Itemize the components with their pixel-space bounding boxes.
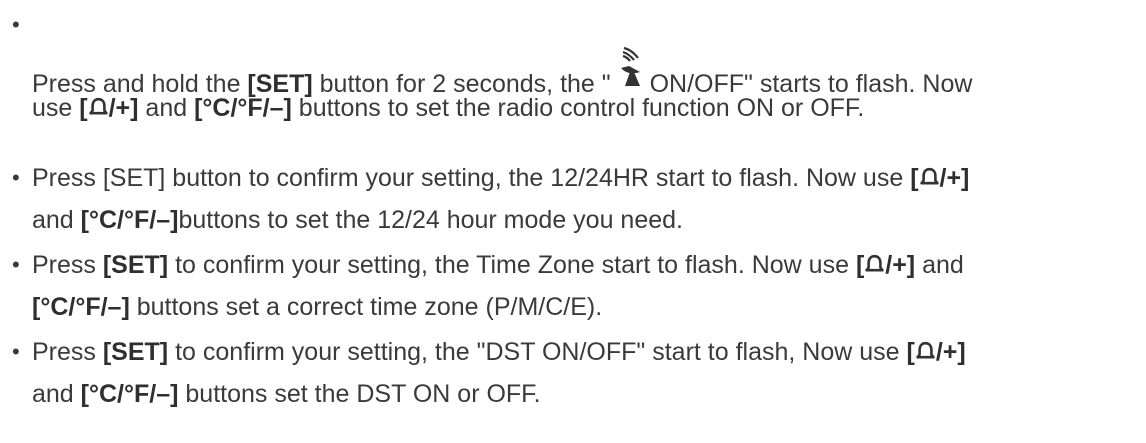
text-line: and [°C/°F/–]buttons to set the 12/24 ho… <box>32 199 969 241</box>
text-line: Press [SET] button to confirm your setti… <box>32 157 969 199</box>
text-run: to confirm your setting, the Time Zone s… <box>168 251 856 279</box>
bold-key-label: [°C/°F/–] <box>194 94 292 122</box>
bullet: • <box>12 252 20 277</box>
text-run: to confirm your setting, the "DST ON/OFF… <box>168 338 907 366</box>
list-item-time-zone: • Press [SET] to confirm your setting, t… <box>10 244 964 328</box>
text-line: Press [SET] to confirm your setting, the… <box>32 244 964 286</box>
bullet: • <box>12 339 20 364</box>
text-run: buttons set the DST ON or OFF. <box>178 380 541 408</box>
bold-key-label: [ <box>910 164 919 192</box>
text-line: [°C/°F/–] buttons set a correct time zon… <box>32 286 964 328</box>
bell-icon <box>88 97 108 115</box>
list-item-text: Press [SET] button to confirm your setti… <box>32 157 969 241</box>
bullet: • <box>12 12 20 37</box>
bell-icon <box>919 167 939 185</box>
text-line: use [ /+] and [°C/°F/–] buttons to set th… <box>32 87 864 129</box>
text-run: Press <box>32 251 103 279</box>
text-run: buttons to set the radio control functio… <box>291 94 865 122</box>
bold-key-label: [ <box>79 94 88 122</box>
bold-key-label: [SET] <box>102 338 169 366</box>
text-run: and <box>32 206 81 234</box>
bold-key-label: [ <box>906 338 915 366</box>
bold-key-label: /+] <box>935 338 966 366</box>
instruction-list: • Press and hold the [SET] button for 2 … <box>10 0 1140 408</box>
text-run: buttons to set the 12/24 hour mode you n… <box>178 206 683 234</box>
text-line: Press [SET] to confirm your setting, the… <box>32 331 966 373</box>
bullet: • <box>12 165 20 190</box>
text-run: use <box>32 94 80 122</box>
text-run: Press <box>32 338 103 366</box>
bold-key-label: /+] <box>939 164 970 192</box>
text-run: and <box>138 94 195 122</box>
list-item-dst: • Press [SET] to confirm your setting, t… <box>10 331 966 415</box>
text-run: buttons set a correct time zone (P/M/C/E… <box>129 293 603 321</box>
list-item-text: Press [SET] to confirm your setting, the… <box>32 244 964 328</box>
text-run: and <box>915 251 964 279</box>
bell-icon <box>865 254 884 272</box>
bold-key-label: [°C/°F/–] <box>32 293 130 321</box>
list-item-text: Press [SET] to confirm your setting, the… <box>32 331 966 415</box>
bold-key-label: [SET] <box>102 251 169 279</box>
satellite-dish-icon <box>620 46 640 86</box>
list-item-radio-control: • Press and hold the [SET] button for 2 … <box>10 0 1140 151</box>
list-item-hour-mode: • Press [SET] button to confirm your set… <box>10 157 969 241</box>
bold-key-label: /+] <box>885 251 916 279</box>
bold-key-label: [°C/°F/–] <box>80 380 179 408</box>
text-line: and [°C/°F/–] buttons set the DST ON or … <box>32 373 966 415</box>
text-run: and <box>32 380 81 408</box>
bold-key-label: [ <box>855 251 865 279</box>
bold-key-label: [°C/°F/–] <box>80 206 179 234</box>
text-run: Press [SET] button to confirm your setti… <box>32 164 911 192</box>
bell-icon <box>916 341 935 359</box>
bold-key-label: /+] <box>108 94 139 122</box>
